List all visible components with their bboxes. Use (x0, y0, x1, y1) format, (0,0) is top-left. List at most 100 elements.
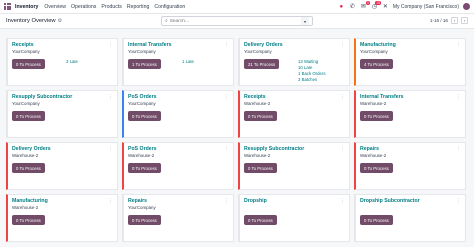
user-avatar[interactable] (463, 3, 470, 10)
card-subtitle: Warehouse-2 (128, 153, 155, 158)
to-process-button[interactable]: 0 To Process (128, 111, 161, 121)
kebab-menu-icon[interactable]: ⋮ (456, 198, 461, 204)
kebab-menu-icon[interactable]: ⋮ (224, 146, 229, 152)
operation-card[interactable]: PoS Orders YourCompany ⋮ 0 To Process (122, 90, 234, 138)
bug-icon[interactable]: ● (338, 3, 345, 10)
card-stats: 3 Late (66, 59, 78, 65)
card-subtitle: Warehouse-2 (244, 153, 271, 158)
kebab-menu-icon[interactable]: ⋮ (340, 94, 345, 100)
kebab-menu-icon[interactable]: ⋮ (340, 146, 345, 152)
kebab-menu-icon[interactable]: ⋮ (108, 42, 113, 48)
card-title[interactable]: Resupply Subcontractor (244, 146, 345, 152)
card-title[interactable]: Resupply Subcontractor (12, 94, 113, 100)
menu-reporting[interactable]: Reporting (127, 4, 150, 10)
company-switcher[interactable]: My Company (San Francisco) (393, 4, 459, 10)
card-title[interactable]: Internal Transfers (128, 42, 229, 48)
card-title[interactable]: Delivery Orders (12, 146, 113, 152)
card-title[interactable]: Repairs (360, 146, 461, 152)
to-process-button[interactable]: 0 To Process (360, 111, 393, 121)
menu-operations[interactable]: Operations (71, 4, 96, 10)
operation-card[interactable]: Resupply Subcontractor YourCompany ⋮ 0 To P… (6, 90, 118, 138)
menu-products[interactable]: Products (101, 4, 121, 10)
operation-card[interactable]: Receipts Warehouse-2 ⋮ 0 To Process (238, 90, 350, 138)
kebab-menu-icon[interactable]: ⋮ (456, 42, 461, 48)
kebab-menu-icon[interactable]: ⋮ (108, 146, 113, 152)
page-title: Inventory Overview ⚙ (6, 18, 62, 24)
operation-card[interactable]: Delivery Orders Warehouse-2 ⋮ 0 To Process (6, 142, 118, 190)
card-title[interactable]: PoS Orders (128, 146, 229, 152)
to-process-button[interactable]: 0 To Process (244, 111, 277, 121)
search-input[interactable] (169, 18, 301, 24)
to-process-button[interactable]: 21 To Process (244, 59, 280, 69)
to-process-button[interactable]: 4 To Process (360, 59, 393, 69)
to-process-button[interactable]: 0 To Process (128, 215, 161, 225)
stat-link[interactable]: 3 Batches (298, 77, 325, 83)
gear-icon[interactable]: ⚙ (58, 18, 62, 24)
card-title[interactable]: Repairs (128, 198, 229, 204)
kebab-menu-icon[interactable]: ⋮ (340, 42, 345, 48)
activity-clock-icon[interactable]: ◷ 28 (371, 1, 381, 10)
to-process-button[interactable]: 0 To Process (12, 59, 45, 69)
to-process-button[interactable]: 0 To Process (244, 163, 277, 173)
card-title[interactable]: Manufacturing (360, 42, 461, 48)
to-process-button[interactable]: 0 To Process (128, 163, 161, 173)
kebab-menu-icon[interactable]: ⋮ (224, 94, 229, 100)
apps-menu-icon[interactable] (4, 3, 11, 10)
chat-icon[interactable]: ✉ 5 (360, 1, 370, 10)
card-title[interactable]: Receipts (12, 42, 113, 48)
to-process-button[interactable]: 0 To Process (12, 215, 45, 225)
card-title[interactable]: Manufacturing (12, 198, 113, 204)
card-subtitle: YourCompany (12, 101, 40, 106)
kebab-menu-icon[interactable]: ⋮ (456, 146, 461, 152)
stat-link[interactable]: 3 Late (66, 59, 78, 65)
operation-card[interactable]: PoS Orders Warehouse-2 ⋮ 0 To Process (122, 142, 234, 190)
card-title[interactable]: Dropship (244, 198, 345, 204)
operation-card[interactable]: Repairs Warehouse-2 ⋮ 0 To Process (354, 142, 466, 190)
settings-tool-icon[interactable]: ✕ (382, 3, 389, 10)
kebab-menu-icon[interactable]: ⋮ (108, 94, 113, 100)
card-subtitle: YourCompany (244, 49, 272, 54)
to-process-button[interactable]: 0 To Process (360, 163, 393, 173)
card-subtitle: YourCompany (128, 101, 156, 106)
operation-card[interactable]: Resupply Subcontractor Warehouse-2 ⋮ 0 To P… (238, 142, 350, 190)
pager-previous-button[interactable]: ‹ (451, 17, 458, 24)
kebab-menu-icon[interactable]: ⋮ (224, 42, 229, 48)
card-stats: 1 Late (182, 59, 194, 65)
menu-configuration[interactable]: Configuration (154, 4, 185, 10)
to-process-button[interactable]: 1 To Process (128, 59, 161, 69)
card-title[interactable]: PoS Orders (128, 94, 229, 100)
operation-card[interactable]: Internal Transfers YourCompany ⋮ 1 To Proce… (122, 38, 234, 86)
operation-card[interactable]: Repairs YourCompany ⋮ 0 To Process (122, 194, 234, 242)
kebab-menu-icon[interactable]: ⋮ (108, 198, 113, 204)
kebab-menu-icon[interactable]: ⋮ (340, 198, 345, 204)
card-title[interactable]: Receipts (244, 94, 345, 100)
kebab-menu-icon[interactable]: ⋮ (456, 94, 461, 100)
card-title[interactable]: Internal Transfers (360, 94, 461, 100)
pager-next-button[interactable]: › (461, 17, 468, 24)
operation-card[interactable]: Manufacturing Warehouse-2 ⋮ 0 To Process (6, 194, 118, 242)
card-subtitle: YourCompany (12, 49, 40, 54)
operation-card[interactable]: Internal Transfers Warehouse-2 ⋮ 0 To Proce… (354, 90, 466, 138)
operation-card[interactable]: Dropship ⋮ 0 To Process (238, 194, 350, 242)
stat-link[interactable]: 1 Late (182, 59, 194, 65)
operation-card[interactable]: Manufacturing YourCompany ⋮ 4 To Process (354, 38, 466, 86)
to-process-button[interactable]: 0 To Process (244, 215, 277, 225)
phone-icon[interactable]: ✆ (349, 3, 356, 10)
kebab-menu-icon[interactable]: ⋮ (224, 198, 229, 204)
operation-card[interactable]: Dropship Subcontractor ⋮ 0 To Process (354, 194, 466, 242)
operation-card[interactable]: Receipts YourCompany ⋮ 0 To Process 3 Late (6, 38, 118, 86)
card-title[interactable]: Dropship Subcontractor (360, 198, 461, 204)
search-options-toggle[interactable]: ▾ (301, 17, 309, 25)
card-title[interactable]: Delivery Orders (244, 42, 345, 48)
card-subtitle: Warehouse-2 (12, 153, 39, 158)
pager-value[interactable]: 1-16 / 16 (430, 18, 448, 23)
card-subtitle: Warehouse-2 (244, 101, 271, 106)
to-process-button[interactable]: 0 To Process (12, 163, 45, 173)
to-process-button[interactable]: 0 To Process (12, 111, 45, 121)
operation-type-grid: Receipts YourCompany ⋮ 0 To Process 3 Late In… (6, 38, 469, 242)
to-process-button[interactable]: 0 To Process (360, 215, 393, 225)
app-brand[interactable]: Inventory (15, 4, 38, 10)
pager: 1-16 / 16 ‹ › (430, 17, 468, 24)
operation-card[interactable]: Delivery Orders YourCompany ⋮ 21 To Process… (238, 38, 350, 86)
menu-overview[interactable]: Overview (44, 4, 66, 10)
